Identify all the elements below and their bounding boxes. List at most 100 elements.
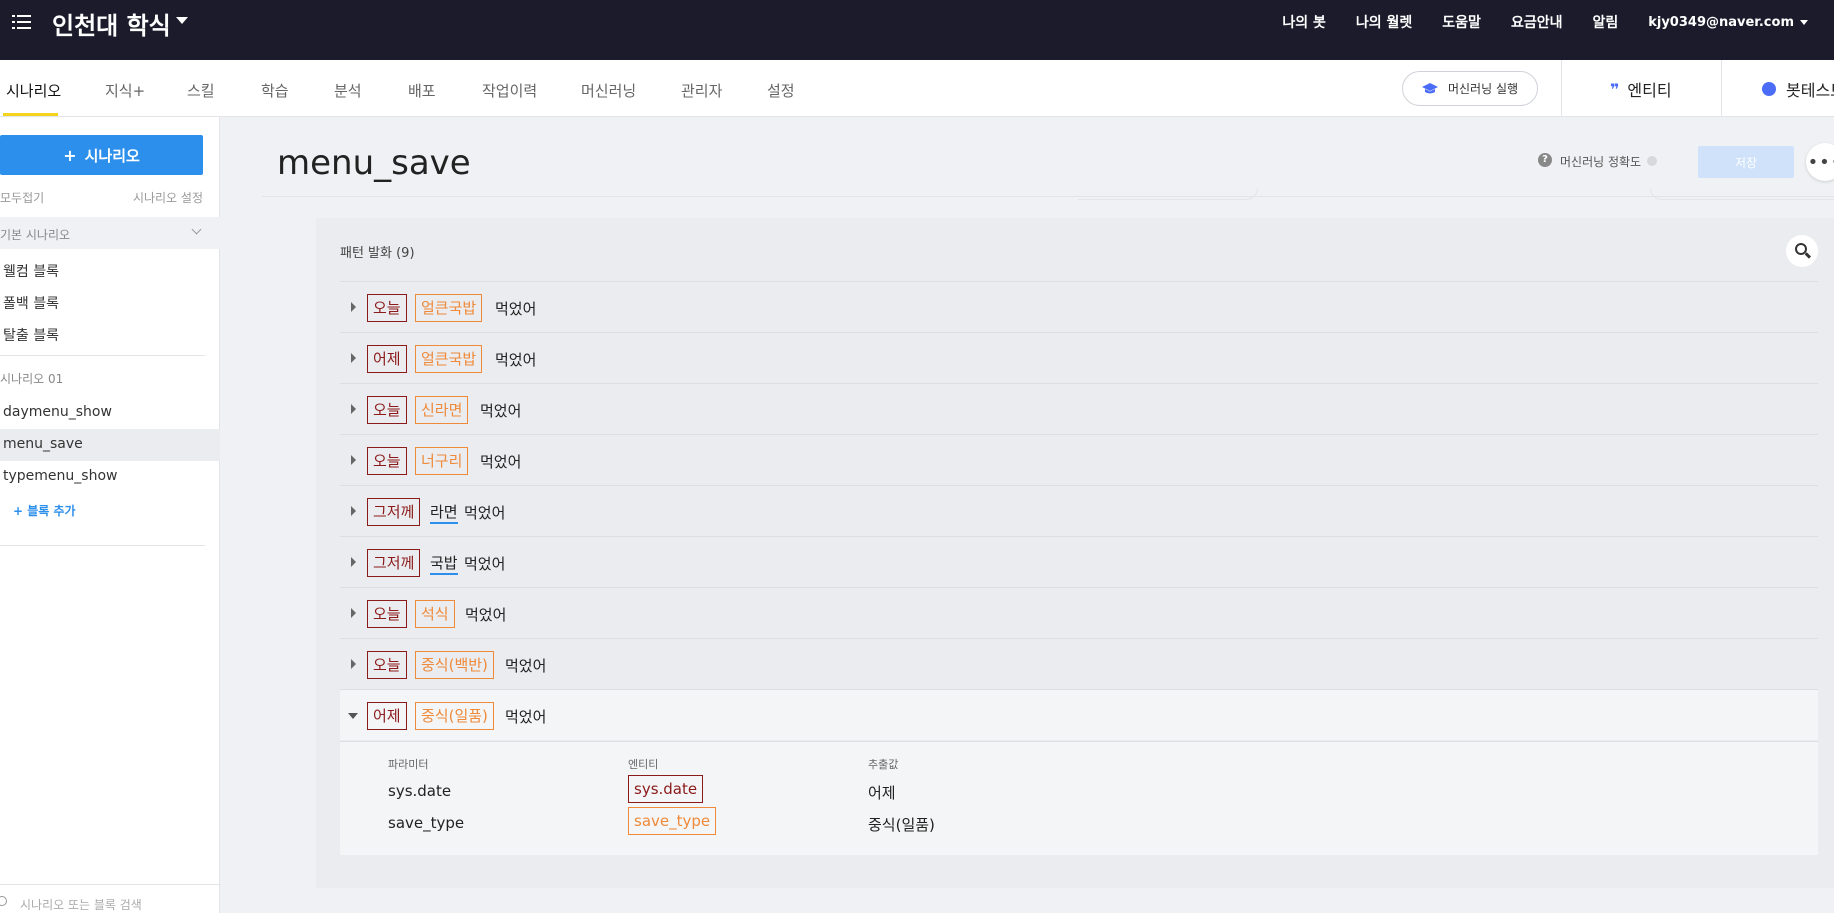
unlabeled-word[interactable]: 국밥 <box>430 553 458 575</box>
entity-tag-food[interactable]: 석식 <box>415 600 455 628</box>
tab-deploy[interactable]: 배포 <box>408 80 436 101</box>
page-title[interactable]: menu_save <box>277 143 471 183</box>
sidebar-search[interactable]: 시나리오 또는 블록 검색 <box>0 884 220 913</box>
graduation-cap-icon <box>1421 82 1438 93</box>
help-icon[interactable]: ? <box>1538 153 1552 167</box>
utterance-row[interactable]: 오늘 얼큰국밥 먹었어 <box>340 281 1818 332</box>
entity-tag-food[interactable]: 얼큰국밥 <box>415 345 483 373</box>
bot-select-caret-icon[interactable] <box>176 17 188 24</box>
tab-analytics[interactable]: 분석 <box>334 80 362 101</box>
utterance-row[interactable]: 오늘 석식 먹었어 <box>340 587 1818 638</box>
collapse-all-link[interactable]: 모두접기 <box>0 189 44 206</box>
tab-knowledge[interactable]: 지식+ <box>105 80 145 101</box>
utterance-text: 먹었어 <box>465 606 507 624</box>
tab-scenario[interactable]: 시나리오 <box>6 80 61 101</box>
utterance-text: 먹었어 <box>495 351 537 369</box>
ml-run-button[interactable]: 머신러닝 실행 <box>1402 71 1538 106</box>
expand-arrow-icon[interactable] <box>351 404 356 414</box>
param-entity-tag[interactable]: save_type <box>628 807 717 835</box>
sidebar-item-welcome[interactable]: 웰컴 블록 <box>0 254 220 286</box>
nav-my-wallet[interactable]: 나의 월렛 <box>1356 12 1412 32</box>
chevron-down-icon <box>191 224 202 235</box>
entity-tag-food[interactable]: 중식(일품) <box>415 702 494 730</box>
utterance-text: 먹었어 <box>495 300 537 318</box>
save-button[interactable]: 저장 <box>1698 146 1794 178</box>
user-account[interactable]: kjy0349@naver.com <box>1648 15 1794 30</box>
expand-arrow-icon[interactable] <box>351 608 356 618</box>
param-value: 중식(일품) <box>868 816 935 834</box>
nav-pricing[interactable]: 요금안내 <box>1511 12 1563 32</box>
entity-panel-button[interactable]: ❞ 엔티티 <box>1610 77 1672 101</box>
entity-tag-date[interactable]: 그저께 <box>367 549 421 577</box>
divider <box>1561 60 1562 117</box>
unlabeled-word[interactable]: 라면 <box>430 502 458 524</box>
entity-tag-date[interactable]: 오늘 <box>367 396 407 424</box>
entity-label: 엔티티 <box>1627 81 1672 100</box>
expand-arrow-icon[interactable] <box>351 302 356 312</box>
sidebar-item-escape[interactable]: 탈출 블록 <box>0 318 220 350</box>
bot-test-button[interactable]: 봇테스트 <box>1762 77 1834 101</box>
param-entity-tag[interactable]: sys.date <box>628 775 704 803</box>
entity-tag-food[interactable]: 얼큰국밥 <box>415 294 483 322</box>
default-scenario-group[interactable]: 기본 시나리오 <box>0 217 220 249</box>
entity-tag-date[interactable]: 어제 <box>367 702 407 730</box>
tab-skill[interactable]: 스킬 <box>187 80 215 101</box>
utterance-row[interactable]: 오늘 중식(백반) 먹었어 <box>340 638 1818 689</box>
sidebar-item-fallback[interactable]: 폴백 블록 <box>0 286 220 318</box>
tab-admin[interactable]: 관리자 <box>681 80 722 101</box>
entity-tag-date[interactable]: 오늘 <box>367 600 407 628</box>
entity-tag-food[interactable]: 중식(백반) <box>415 651 494 679</box>
divider <box>0 545 205 546</box>
param-value: 어제 <box>868 784 896 802</box>
tab-history[interactable]: 작업이력 <box>482 80 537 101</box>
user-caret-icon[interactable] <box>1800 19 1808 25</box>
entity-tag-date[interactable]: 어제 <box>367 345 407 373</box>
utterance-row-expanded[interactable]: 어제 중식(일품) 먹었어 <box>340 689 1818 740</box>
more-options-icon[interactable]: ••• <box>1806 143 1834 181</box>
entity-tag-food[interactable]: 너구리 <box>415 447 469 475</box>
sidebar-item-daymenu-show[interactable]: daymenu_show <box>0 397 220 429</box>
utterance-row[interactable]: 그저께 국밥 먹었어 <box>340 536 1818 587</box>
active-tab-indicator <box>3 113 58 116</box>
top-nav: 나의 봇 나의 월렛 도움말 요금안내 알림 kjy0349@naver.com <box>1282 0 1834 44</box>
entity-tag-food[interactable]: 신라면 <box>415 396 469 424</box>
utterance-row[interactable]: 오늘 너구리 먹었어 <box>340 434 1818 485</box>
utterance-row[interactable]: 어제 얼큰국밥 먹었어 <box>340 332 1818 383</box>
collapse-arrow-icon[interactable] <box>348 713 358 719</box>
entity-tag-date[interactable]: 오늘 <box>367 447 407 475</box>
nav-notifications[interactable]: 알림 <box>1592 12 1618 32</box>
add-scenario-button[interactable]: + 시나리오 <box>0 135 203 175</box>
utterance-text: 먹었어 <box>505 708 547 726</box>
expand-arrow-icon[interactable] <box>351 455 356 465</box>
scenario-settings-link[interactable]: 시나리오 설정 <box>133 189 203 206</box>
utterance-row[interactable]: 오늘 신라면 먹었어 <box>340 383 1818 434</box>
param-name: save_type <box>388 814 465 832</box>
expand-arrow-icon[interactable] <box>351 353 356 363</box>
scenario-group-label[interactable]: 시나리오 01 <box>0 370 63 387</box>
entity-tag-date[interactable]: 오늘 <box>367 651 407 679</box>
utterance-row[interactable]: 그저께 라면 먹었어 <box>340 485 1818 536</box>
entity-tag-date[interactable]: 그저께 <box>367 498 421 526</box>
tab-bar: 시나리오 지식+ 스킬 학습 분석 배포 작업이력 머신러닝 관리자 설정 머신… <box>0 60 1834 117</box>
panel-title: 패턴 발화 (9) <box>340 246 415 261</box>
ml-run-label: 머신러닝 실행 <box>1447 82 1519 96</box>
expand-arrow-icon[interactable] <box>351 659 356 669</box>
param-name: sys.date <box>388 782 452 800</box>
bot-test-label: 봇테스트 <box>1786 81 1834 100</box>
nav-my-bot[interactable]: 나의 봇 <box>1282 12 1326 32</box>
entity-tag-date[interactable]: 오늘 <box>367 294 407 322</box>
add-block-button[interactable]: + 블록 추가 <box>13 502 76 519</box>
tab-settings[interactable]: 설정 <box>767 80 795 101</box>
app-title[interactable]: 인천대 학식 <box>52 6 171 41</box>
menu-icon[interactable] <box>12 12 32 32</box>
sidebar-item-menu-save[interactable]: menu_save <box>0 429 220 461</box>
nav-help[interactable]: 도움말 <box>1442 12 1481 32</box>
expand-arrow-icon[interactable] <box>351 557 356 567</box>
top-header: 인천대 학식 나의 봇 나의 월렛 도움말 요금안내 알림 kjy0349@na… <box>0 0 1834 60</box>
tab-training[interactable]: 학습 <box>261 80 289 101</box>
tab-machine-learning[interactable]: 머신러닝 <box>581 80 636 101</box>
search-input[interactable]: 시나리오 또는 블록 검색 <box>20 896 142 913</box>
expand-arrow-icon[interactable] <box>351 506 356 516</box>
sidebar-item-typemenu-show[interactable]: typemenu_show <box>0 461 220 493</box>
search-icon[interactable] <box>1786 235 1818 267</box>
